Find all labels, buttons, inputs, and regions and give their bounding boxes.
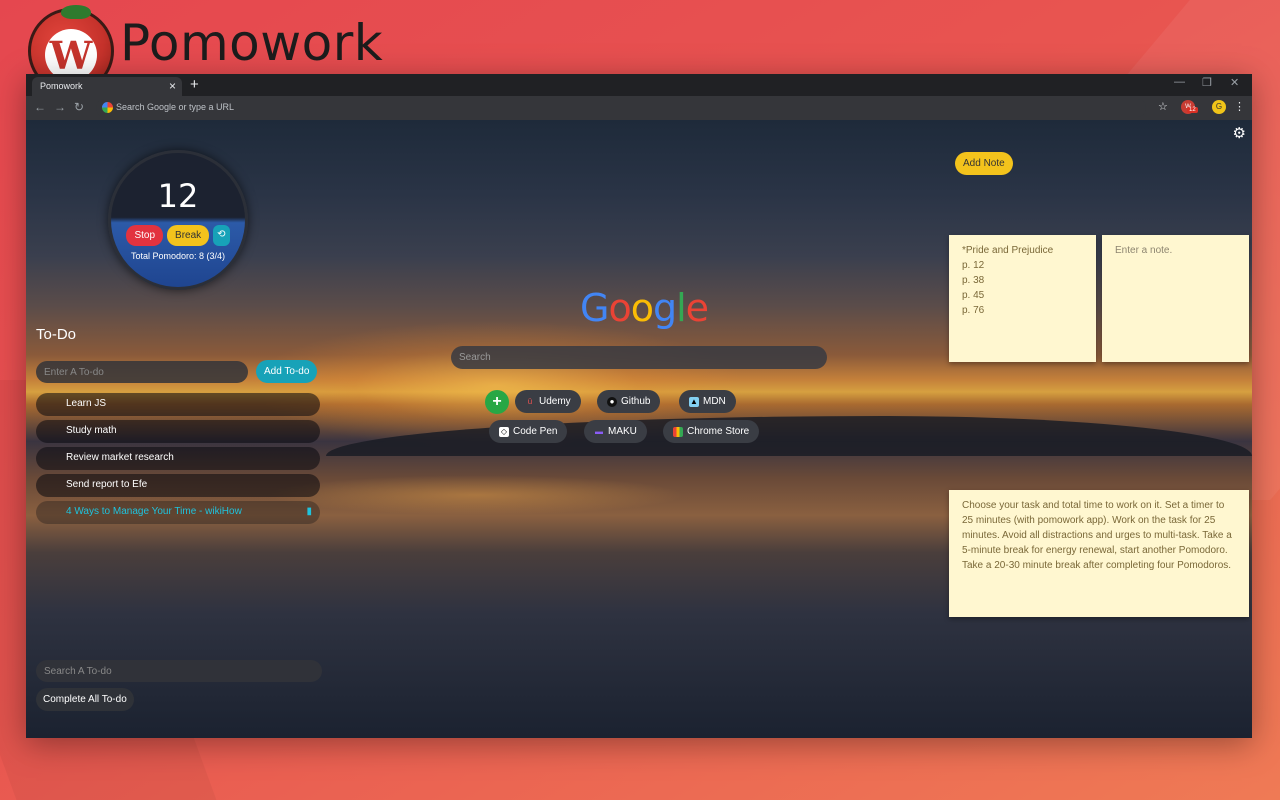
note-line: *Pride and Prejudice bbox=[962, 245, 1054, 256]
pomodoro-timer: 12 Stop Break ⟲ Total Pomodoro: 8 (3/4) bbox=[108, 150, 248, 290]
shortcut-codepen[interactable]: ◇ Code Pen bbox=[489, 420, 568, 443]
tab-strip: Pomowork × + — ❐ ✕ bbox=[26, 74, 1252, 96]
shortcut-maku[interactable]: ▬ MAKU bbox=[584, 420, 647, 443]
note-line: p. 38 bbox=[962, 275, 985, 286]
restore-icon[interactable]: ❐ bbox=[1202, 76, 1212, 89]
todo-item[interactable]: Send report to Efe bbox=[36, 474, 320, 497]
note-card[interactable]: *Pride and Prejudice p. 12 p. 38 p. 45 p… bbox=[949, 235, 1096, 362]
note-card-pomodoro-tips[interactable]: Choose your task and total time to work … bbox=[949, 490, 1249, 617]
close-window-icon[interactable]: ✕ bbox=[1230, 76, 1239, 89]
new-tab-page: ⚙ 12 Stop Break ⟲ Total Pomodoro: 8 (3/4… bbox=[26, 120, 1252, 738]
browser-toolbar: ← → ↻ Search Google or type a URL ☆ W 12… bbox=[26, 96, 1252, 120]
minimize-icon[interactable]: — bbox=[1174, 76, 1185, 88]
todo-item[interactable]: Study math bbox=[36, 420, 320, 443]
todo-item-label: Study math bbox=[66, 425, 117, 436]
codepen-icon: ◇ bbox=[499, 426, 509, 437]
shortcut-chrome-store[interactable]: Chrome Store bbox=[663, 420, 760, 443]
google-letter: G bbox=[580, 286, 609, 330]
note-line: p. 12 bbox=[962, 260, 985, 271]
break-button[interactable]: Break bbox=[167, 225, 210, 246]
complete-all-button[interactable]: Complete All To-do bbox=[36, 688, 134, 711]
todo-item-link[interactable]: 4 Ways to Manage Your Time - wikiHow ▮ bbox=[36, 501, 320, 524]
shortcut-label: Github bbox=[621, 396, 651, 407]
todo-item[interactable]: Review market research bbox=[36, 447, 320, 470]
tab-title: Pomowork bbox=[40, 81, 83, 91]
google-letter: o bbox=[630, 286, 654, 330]
shortcut-label: Udemy bbox=[539, 396, 571, 407]
shortcut-mdn[interactable]: ▲ MDN bbox=[679, 390, 736, 413]
add-note-button[interactable]: Add Note bbox=[955, 152, 1013, 175]
shortcut-label: MDN bbox=[703, 396, 726, 407]
browser-window: Pomowork × + — ❐ ✕ ← → ↻ Search Google o… bbox=[26, 74, 1252, 738]
google-letter: l bbox=[676, 286, 687, 330]
shortcut-label: Code Pen bbox=[513, 426, 558, 437]
profile-avatar[interactable]: G bbox=[1212, 100, 1226, 114]
note-placeholder: Enter a note. bbox=[1115, 245, 1173, 256]
bookmark-star-icon[interactable]: ☆ bbox=[1158, 100, 1168, 113]
google-letter: e bbox=[685, 286, 709, 330]
github-icon: ● bbox=[607, 396, 617, 407]
close-tab-icon[interactable]: × bbox=[169, 79, 176, 93]
reset-history-icon[interactable]: ⟲ bbox=[213, 225, 230, 246]
todo-item-label: Send report to Efe bbox=[66, 479, 148, 490]
google-letter: o bbox=[608, 286, 631, 330]
total-pomodoro: Total Pomodoro: 8 (3/4) bbox=[130, 251, 226, 261]
add-shortcut-button[interactable]: + bbox=[485, 390, 509, 414]
todo-input[interactable] bbox=[36, 361, 248, 383]
tomato-leaf-icon bbox=[61, 5, 91, 19]
note-line: p. 76 bbox=[962, 305, 985, 316]
shortcut-label: MAKU bbox=[608, 426, 637, 437]
extension-badge-count: 12 bbox=[1187, 107, 1198, 113]
google-icon bbox=[102, 102, 113, 113]
note-text: Choose your task and total time to work … bbox=[962, 500, 1232, 571]
todo-list: Learn JS Study math Review market resear… bbox=[36, 393, 320, 528]
forward-arrow-icon[interactable]: → bbox=[54, 100, 66, 114]
timer-count: 12 bbox=[157, 177, 199, 215]
chrome-store-icon bbox=[673, 426, 683, 437]
reload-icon[interactable]: ↻ bbox=[74, 100, 84, 114]
google-search-input[interactable] bbox=[451, 346, 827, 369]
stop-button[interactable]: Stop bbox=[126, 225, 164, 246]
address-bar[interactable]: Search Google or type a URL bbox=[96, 99, 1146, 117]
back-arrow-icon[interactable]: ← bbox=[34, 100, 46, 114]
maku-icon: ▬ bbox=[595, 426, 603, 436]
shortcut-label: Chrome Store bbox=[687, 426, 750, 437]
todo-item-label: 4 Ways to Manage Your Time - wikiHow bbox=[66, 506, 242, 517]
timer-controls: Stop Break ⟲ bbox=[111, 225, 245, 246]
address-bar-placeholder: Search Google or type a URL bbox=[116, 102, 235, 112]
todo-title: To-Do bbox=[36, 326, 77, 343]
book-icon[interactable]: ▮ bbox=[306, 506, 312, 517]
brand-name: Pomowork bbox=[120, 14, 384, 72]
google-letter: g bbox=[652, 286, 677, 330]
todo-item-label: Learn JS bbox=[66, 398, 107, 409]
water-reflection bbox=[266, 475, 686, 515]
new-tab-button[interactable]: + bbox=[190, 76, 199, 93]
shortcut-github[interactable]: ● Github bbox=[597, 390, 661, 413]
menu-kebab-icon[interactable]: ⋮ bbox=[1234, 100, 1245, 113]
todo-item[interactable]: Learn JS bbox=[36, 393, 320, 416]
note-line: p. 45 bbox=[962, 290, 985, 301]
empty-note-card[interactable]: Enter a note. bbox=[1102, 235, 1249, 362]
add-todo-button[interactable]: Add To-do bbox=[256, 360, 318, 383]
mdn-icon: ▲ bbox=[689, 396, 699, 407]
google-logo: Google bbox=[580, 286, 709, 330]
shortcut-udemy[interactable]: ü Udemy bbox=[515, 390, 581, 413]
udemy-icon: ü bbox=[527, 396, 533, 406]
todo-search-input[interactable] bbox=[36, 660, 322, 682]
todo-item-label: Review market research bbox=[66, 452, 174, 463]
settings-gear-icon[interactable]: ⚙ bbox=[1233, 124, 1246, 142]
tab-pomowork[interactable]: Pomowork × bbox=[32, 77, 182, 96]
